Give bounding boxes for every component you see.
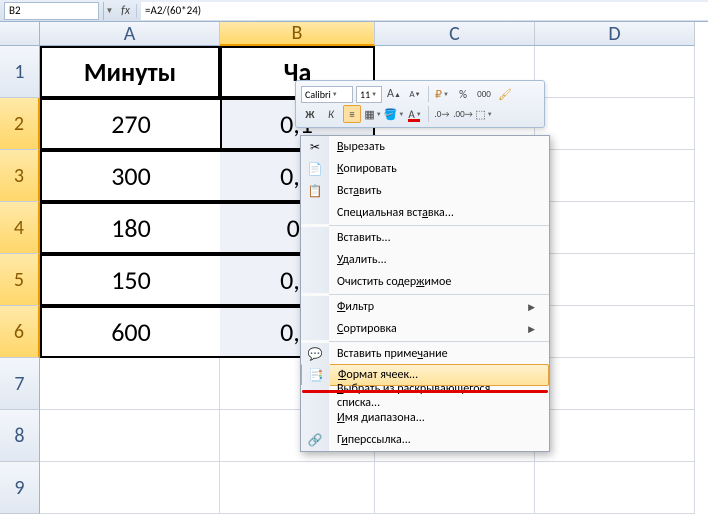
cell-D3[interactable]	[535, 150, 695, 202]
grow-font-button[interactable]: A▲	[385, 85, 403, 103]
chevron-down-icon: ▼	[371, 90, 377, 98]
cell-D2[interactable]	[535, 98, 695, 150]
cell-D6[interactable]	[535, 306, 695, 358]
copy-icon: 📄	[301, 158, 329, 180]
percent-format-button[interactable]: %	[454, 85, 472, 103]
row-header-7[interactable]: 7	[0, 358, 40, 410]
menu-pick-from-list[interactable]: Выбрать из раскрывающегося списка...	[301, 385, 549, 407]
format-cells-icon: 📑	[302, 364, 330, 386]
submenu-arrow-icon: ▶	[528, 324, 535, 335]
menu-insert[interactable]: Вставить...	[301, 227, 549, 249]
menu-sort[interactable]: Сортировка▶	[301, 318, 549, 340]
italic-button[interactable]: К	[322, 105, 340, 123]
menu-clear[interactable]: Очистить содержимое	[301, 271, 549, 293]
menu-insert-comment[interactable]: 💬Вставить примечание	[301, 343, 549, 365]
decrease-decimal-button[interactable]: .0→	[433, 105, 451, 123]
col-header-B[interactable]: B	[220, 22, 375, 46]
hyperlink-icon: 🔗	[301, 429, 329, 451]
col-header-D[interactable]: D	[535, 22, 695, 46]
menu-name-range[interactable]: Имя диапазона...	[301, 407, 549, 429]
menu-paste-special[interactable]: Специальная вставка...	[301, 202, 549, 224]
context-menu: ✂Вырезать 📄Копировать 📋Вставить Специаль…	[300, 135, 550, 452]
bold-button[interactable]: Ж	[301, 105, 319, 123]
row-header-8[interactable]: 8	[0, 410, 40, 462]
name-box-value: B2	[9, 4, 21, 17]
cell-A9[interactable]	[40, 462, 220, 514]
increase-decimal-button[interactable]: .00→	[454, 105, 472, 123]
accounting-format-button[interactable]: ₽▼	[433, 85, 451, 103]
row-header-2[interactable]: 2	[0, 98, 40, 150]
cell-A7[interactable]	[40, 358, 220, 410]
cell-A8[interactable]	[40, 410, 220, 462]
chevron-down-icon: ▼	[332, 90, 338, 98]
name-box-dropdown[interactable]: ▼	[103, 2, 115, 20]
cell-A5[interactable]: 150	[40, 254, 220, 306]
row-header-5[interactable]: 5	[0, 254, 40, 306]
menu-copy[interactable]: 📄Копировать	[301, 158, 549, 180]
cell-A4[interactable]: 180	[40, 202, 220, 254]
col-header-A[interactable]: A	[40, 22, 220, 46]
cell-D4[interactable]	[535, 202, 695, 254]
formula-input[interactable]: =A2/(60*24)	[141, 2, 708, 20]
cut-icon: ✂	[301, 136, 329, 158]
shrink-font-button[interactable]: A▼	[406, 85, 424, 103]
annotation-redline	[302, 390, 548, 393]
select-all-corner[interactable]	[0, 22, 40, 46]
formula-text: =A2/(60*24)	[145, 4, 201, 17]
cell-C9[interactable]	[375, 462, 535, 514]
paste-icon: 📋	[301, 180, 329, 202]
col-header-C[interactable]: C	[375, 22, 535, 46]
cell-D9[interactable]	[535, 462, 695, 514]
font-name-combo[interactable]: Calibri▼	[301, 86, 353, 103]
cell-A3[interactable]: 300	[40, 150, 220, 202]
cell-D1[interactable]	[535, 46, 695, 98]
fx-icon[interactable]: fx	[115, 4, 137, 18]
name-box[interactable]: B2	[4, 2, 99, 20]
row-header-6[interactable]: 6	[0, 306, 40, 358]
submenu-arrow-icon: ▶	[528, 302, 535, 313]
cell-D7[interactable]	[535, 358, 695, 410]
menu-filter[interactable]: Фильтр▶	[301, 296, 549, 318]
mini-toolbar: Calibri▼ 11▼ A▲ A▼ ₽▼ % 000 🖌 Ж К ≡ ▦▼ 🪣…	[295, 80, 545, 128]
cell-D5[interactable]	[535, 254, 695, 306]
row-header-9[interactable]: 9	[0, 462, 40, 514]
cut-rest: ырезать	[344, 140, 385, 154]
cell-B9[interactable]	[220, 462, 375, 514]
menu-hyperlink[interactable]: 🔗Гиперссылка...	[301, 429, 549, 451]
row-header-4[interactable]: 4	[0, 202, 40, 254]
menu-paste[interactable]: 📋Вставить	[301, 180, 549, 202]
merge-cells-button[interactable]: ⬚▼	[475, 105, 493, 123]
cell-D8[interactable]	[535, 410, 695, 462]
align-center-button[interactable]: ≡	[343, 105, 361, 123]
cell-A2[interactable]: 270	[40, 98, 220, 150]
comma-format-button[interactable]: 000	[475, 85, 493, 103]
menu-delete[interactable]: Удалить...	[301, 249, 549, 271]
cell-A1[interactable]: Минуты	[40, 46, 220, 98]
fill-color-button[interactable]: 🪣▼	[385, 105, 403, 123]
font-color-button[interactable]: A▼	[406, 105, 424, 123]
row-header-1[interactable]: 1	[0, 46, 40, 98]
cell-A6[interactable]: 600	[40, 306, 220, 358]
row-header-3[interactable]: 3	[0, 150, 40, 202]
comment-icon: 💬	[301, 343, 329, 365]
borders-button[interactable]: ▦▼	[364, 105, 382, 123]
font-size-combo[interactable]: 11▼	[356, 86, 382, 103]
menu-cut[interactable]: ✂Вырезать	[301, 136, 549, 158]
format-painter-button[interactable]: 🖌	[496, 85, 514, 103]
